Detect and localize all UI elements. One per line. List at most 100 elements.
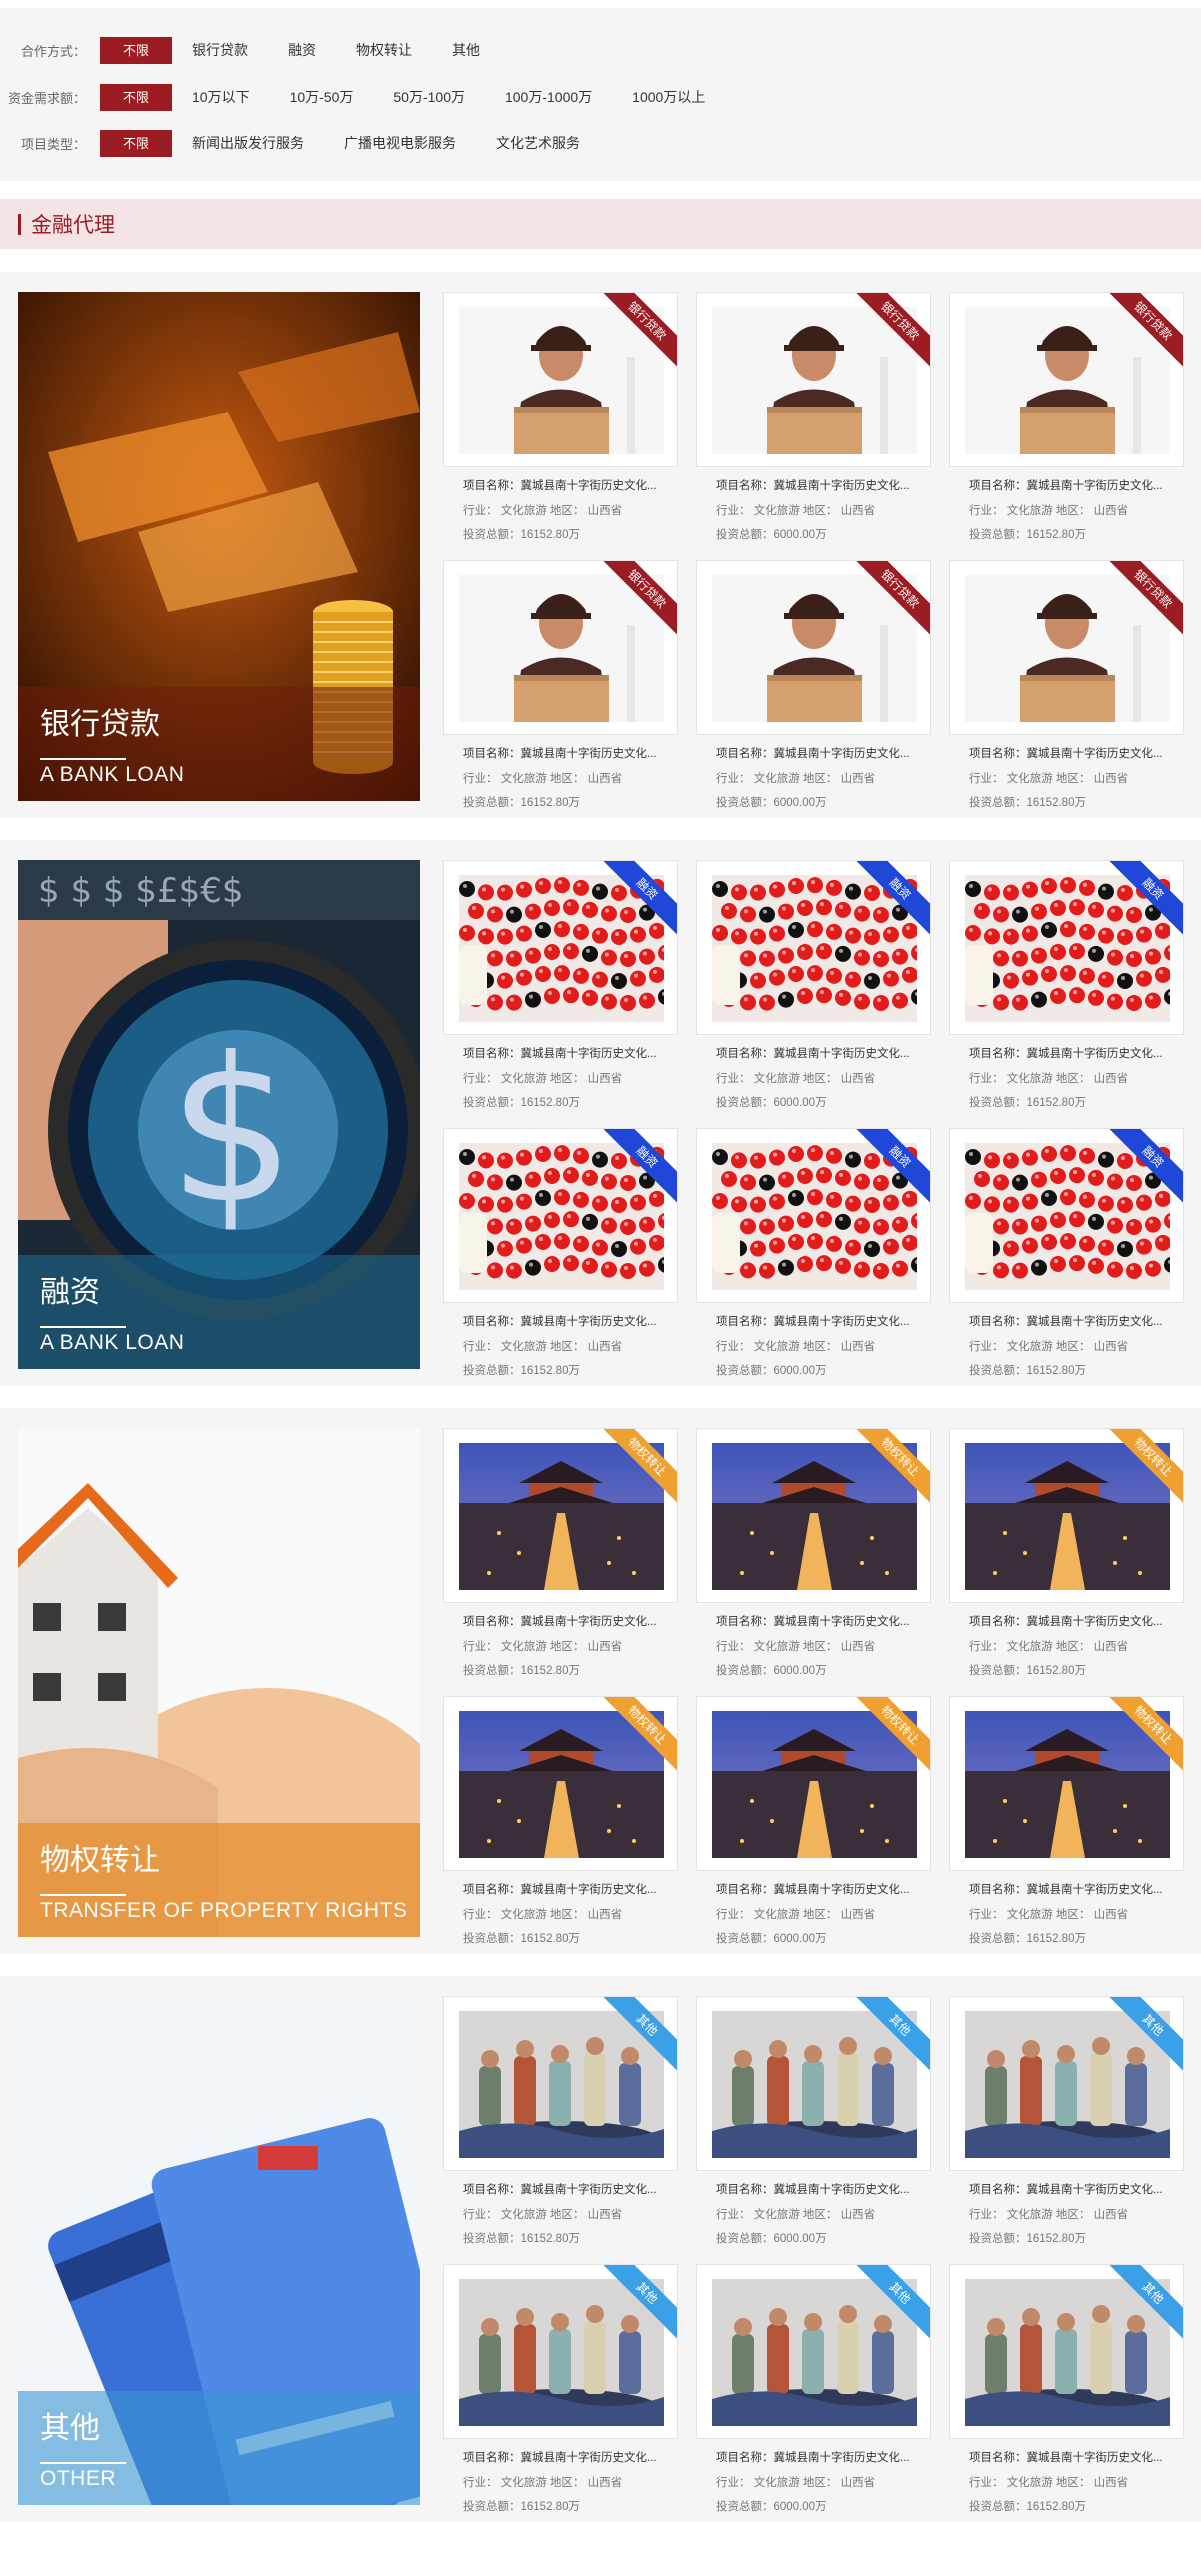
project-info: 行业： 文化旅游 地区： 山西省 (969, 1072, 1129, 1085)
project-name[interactable]: 项目名称：冀城县南十字街历史文化... (716, 1878, 931, 1903)
project-card[interactable]: 其他 项目名称：冀城县南十字街历史文化... 行业： 文化旅游 地区： 山西省 投资总… (949, 2264, 1184, 2520)
filter-option-unlimited[interactable]: 不限 (100, 36, 172, 64)
project-card[interactable]: 其他 项目名称：冀城县南十字街历史文化... 行业： 文化旅游 地区： 山西省 投资总… (949, 1996, 1184, 2252)
project-name[interactable]: 项目名称：冀城县南十字街历史文化... (463, 1310, 678, 1335)
project-thumbnail[interactable]: 物权转让 (949, 1696, 1184, 1871)
project-thumbnail[interactable]: 物权转让 (443, 1696, 678, 1871)
project-thumbnail[interactable]: 物权转让 (949, 1428, 1184, 1603)
project-card[interactable]: 物权转让 项目名称：冀城县南十字街历史文化... 行业： 文化旅游 地区： 山西省投… (443, 1428, 678, 1684)
category-banner[interactable]: 银行贷款 A BANK LOAN (18, 292, 420, 801)
filter-option-amount-5[interactable]: 1000万以上 (632, 87, 705, 107)
project-name[interactable]: 项目名称：冀城县南十字街历史文化... (969, 2446, 1184, 2471)
project-card[interactable]: 银行贷款 项目名称：冀城县南十字街历史文化... 行业： 文化旅游 地区： 山西省投… (696, 292, 931, 548)
filter-option-unlimited[interactable]: 不限 (100, 83, 172, 111)
project-card[interactable]: 融资 项目名称：冀城县南十字街历史文化... 行业： 文化旅游 地区： 山西省 投资总… (949, 1128, 1184, 1384)
filter-option-amount-3[interactable]: 50万-100万 (393, 87, 465, 107)
project-name[interactable]: 项目名称：冀城县南十字街历史文化... (716, 2446, 931, 2471)
filter-option-type-3[interactable]: 文化艺术服务 (496, 133, 580, 153)
project-card[interactable]: 银行贷款 项目名称：冀城县南十字街历史文化... 行业： 文化旅游 地区： 山西省投… (443, 292, 678, 548)
category-block: $ $ $ $£$€$ $ 融资 A BANK LOAN 融资 项目名称：冀城县南十字街… (0, 840, 1201, 1386)
filter-option-unlimited[interactable]: 不限 (100, 129, 172, 157)
project-card[interactable]: 融资 项目名称：冀城县南十字街历史文化... 行业： 文化旅游 地区： 山西省 投资总… (443, 860, 678, 1116)
project-thumbnail[interactable]: 融资 (443, 860, 678, 1035)
project-thumbnail[interactable]: 其他 (696, 1996, 931, 2171)
project-name[interactable]: 项目名称：冀城县南十字街历史文化... (969, 1878, 1184, 1903)
project-card[interactable]: 其他 项目名称：冀城县南十字街历史文化... 行业： 文化旅游 地区： 山西省 投资总… (696, 2264, 931, 2520)
project-thumbnail[interactable]: 其他 (696, 2264, 931, 2439)
project-card[interactable]: 物权转让 项目名称：冀城县南十字街历史文化... 行业： 文化旅游 地区： 山西省投… (949, 1428, 1184, 1684)
filter-option-amount-2[interactable]: 10万-50万 (290, 87, 354, 107)
project-total: 投资总额：16152.80万 (463, 2233, 580, 2245)
project-thumbnail[interactable]: 物权转让 (443, 1428, 678, 1603)
project-card[interactable]: 物权转让 项目名称：冀城县南十字街历史文化... 行业： 文化旅游 地区： 山西省投… (696, 1696, 931, 1952)
project-thumbnail[interactable]: 其他 (443, 2264, 678, 2439)
filter-option-financing[interactable]: 融资 (288, 40, 316, 60)
project-name[interactable]: 项目名称：冀城县南十字街历史文化... (463, 1042, 678, 1067)
project-card[interactable]: 银行贷款 项目名称：冀城县南十字街历史文化... 行业： 文化旅游 地区： 山西省投… (949, 292, 1184, 548)
project-name[interactable]: 项目名称：冀城县南十字街历史文化... (463, 1610, 678, 1635)
project-card[interactable]: 融资 项目名称：冀城县南十字街历史文化... 行业： 文化旅游 地区： 山西省 投资总… (949, 860, 1184, 1116)
project-name[interactable]: 项目名称：冀城县南十字街历史文化... (463, 474, 678, 499)
project-name[interactable]: 项目名称：冀城县南十字街历史文化... (969, 1042, 1184, 1067)
category-banner[interactable]: 其他 OTHER (18, 1996, 420, 2505)
project-card[interactable]: 银行贷款 项目名称：冀城县南十字街历史文化... 行业： 文化旅游 地区： 山西省投… (443, 560, 678, 816)
project-thumbnail[interactable]: 融资 (696, 1128, 931, 1303)
project-thumbnail[interactable]: 其他 (949, 2264, 1184, 2439)
project-card[interactable]: 其他 项目名称：冀城县南十字街历史文化... 行业： 文化旅游 地区： 山西省 投资总… (443, 2264, 678, 2520)
project-thumbnail[interactable]: 物权转让 (696, 1696, 931, 1871)
project-image (712, 875, 917, 1022)
project-thumbnail[interactable]: 银行贷款 (949, 292, 1184, 467)
project-thumbnail[interactable]: 融资 (949, 1128, 1184, 1303)
category-banner[interactable]: $ $ $ $£$€$ $ 融资 A BANK LOAN (18, 860, 420, 1369)
project-card[interactable]: 物权转让 项目名称：冀城县南十字街历史文化... 行业： 文化旅游 地区： 山西省投… (949, 1696, 1184, 1952)
project-card[interactable]: 银行贷款 项目名称：冀城县南十字街历史文化... 行业： 文化旅游 地区： 山西省投… (949, 560, 1184, 816)
project-thumbnail[interactable]: 物权转让 (696, 1428, 931, 1603)
project-card[interactable]: 银行贷款 项目名称：冀城县南十字街历史文化... 行业： 文化旅游 地区： 山西省投… (696, 560, 931, 816)
project-thumbnail[interactable]: 其他 (443, 1996, 678, 2171)
project-name[interactable]: 项目名称：冀城县南十字街历史文化... (716, 1042, 931, 1067)
category-block: 其他 OTHER 其他 项目名称：冀城县南十字街历史文化... 行业： 文化旅游 地区… (0, 1976, 1201, 2522)
project-card[interactable]: 融资 项目名称：冀城县南十字街历史文化... 行业： 文化旅游 地区： 山西省 投资总… (696, 860, 931, 1116)
filter-option-type-2[interactable]: 广播电视电影服务 (344, 133, 456, 153)
project-card[interactable]: 融资 项目名称：冀城县南十字街历史文化... 行业： 文化旅游 地区： 山西省 投资总… (443, 1128, 678, 1384)
filter-option-amount-4[interactable]: 100万-1000万 (505, 87, 592, 107)
project-thumbnail[interactable]: 融资 (443, 1128, 678, 1303)
project-thumbnail[interactable]: 融资 (696, 860, 931, 1035)
project-card[interactable]: 物权转让 项目名称：冀城县南十字街历史文化... 行业： 文化旅游 地区： 山西省投… (443, 1696, 678, 1952)
project-name[interactable]: 项目名称：冀城县南十字街历史文化... (716, 1610, 931, 1635)
project-card[interactable]: 融资 项目名称：冀城县南十字街历史文化... 行业： 文化旅游 地区： 山西省 投资总… (696, 1128, 931, 1384)
project-image (965, 2279, 1170, 2426)
filter-option-amount-1[interactable]: 10万以下 (192, 87, 250, 107)
project-name[interactable]: 项目名称：冀城县南十字街历史文化... (463, 2178, 678, 2203)
project-name[interactable]: 项目名称：冀城县南十字街历史文化... (969, 2178, 1184, 2203)
filter-option-type-1[interactable]: 新闻出版发行服务 (192, 133, 304, 153)
project-thumbnail[interactable]: 融资 (949, 860, 1184, 1035)
project-name[interactable]: 项目名称：冀城县南十字街历史文化... (969, 742, 1184, 767)
filter-option-other[interactable]: 其他 (452, 40, 480, 60)
project-card[interactable]: 其他 项目名称：冀城县南十字街历史文化... 行业： 文化旅游 地区： 山西省 投资总… (696, 1996, 931, 2252)
project-name[interactable]: 项目名称：冀城县南十字街历史文化... (716, 474, 931, 499)
project-name[interactable]: 项目名称：冀城县南十字街历史文化... (969, 474, 1184, 499)
project-name[interactable]: 项目名称：冀城县南十字街历史文化... (969, 1610, 1184, 1635)
filter-option-property-transfer[interactable]: 物权转让 (356, 40, 412, 60)
category-banner[interactable]: 物权转让 TRANSFER OF PROPERTY RIGHTS (18, 1428, 420, 1937)
project-name[interactable]: 项目名称：冀城县南十字街历史文化... (463, 742, 678, 767)
project-thumbnail[interactable]: 银行贷款 (443, 560, 678, 735)
project-name[interactable]: 项目名称：冀城县南十字街历史文化... (716, 1310, 931, 1335)
project-name[interactable]: 项目名称：冀城县南十字街历史文化... (716, 742, 931, 767)
project-card[interactable]: 物权转让 项目名称：冀城县南十字街历史文化... 行业： 文化旅游 地区： 山西省投… (696, 1428, 931, 1684)
project-thumbnail[interactable]: 银行贷款 (949, 560, 1184, 735)
project-name[interactable]: 项目名称：冀城县南十字街历史文化... (969, 1310, 1184, 1335)
project-thumbnail[interactable]: 银行贷款 (443, 292, 678, 467)
project-thumbnail[interactable]: 其他 (949, 1996, 1184, 2171)
project-name[interactable]: 项目名称：冀城县南十字街历史文化... (463, 1878, 678, 1903)
project-card[interactable]: 其他 项目名称：冀城县南十字街历史文化... 行业： 文化旅游 地区： 山西省 投资总… (443, 1996, 678, 2252)
filter-option-bank-loan[interactable]: 银行贷款 (192, 40, 248, 60)
project-name[interactable]: 项目名称：冀城县南十字街历史文化... (716, 2178, 931, 2203)
project-thumbnail[interactable]: 银行贷款 (696, 560, 931, 735)
project-info: 行业： 文化旅游 地区： 山西省 (969, 1640, 1129, 1653)
project-image (712, 1443, 917, 1590)
project-name[interactable]: 项目名称：冀城县南十字街历史文化... (463, 2446, 678, 2471)
project-thumbnail[interactable]: 银行贷款 (696, 292, 931, 467)
project-meta: 项目名称：冀城县南十字街历史文化... 行业： 文化旅游 地区： 山西省 投资总额：… (696, 467, 931, 548)
